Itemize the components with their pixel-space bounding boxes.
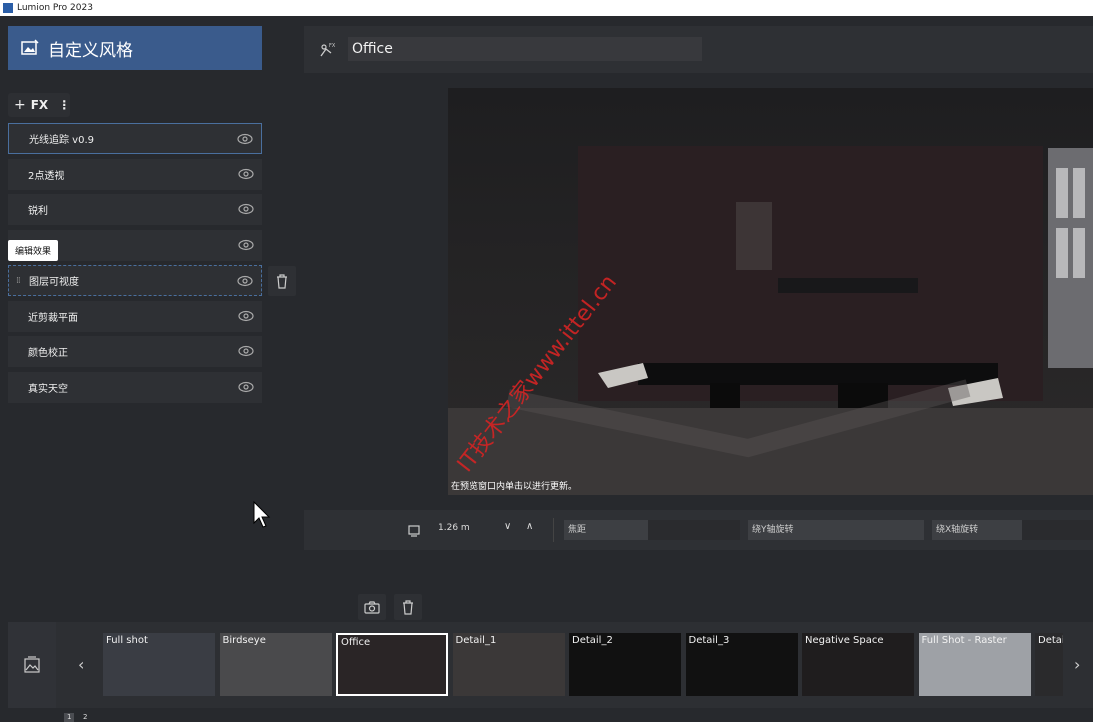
effect-label: 2点透视 <box>28 170 65 182</box>
add-camera-view-button[interactable] <box>358 594 386 620</box>
thumbnail-label: Full shot <box>106 635 148 646</box>
preview-window[interactable]: IT技术之家www.ittel.cn 在预览窗口内单击以进行更新。 <box>448 88 1093 495</box>
effect-item-layer-visibility[interactable]: ⁞⁞ 图层可视度 <box>8 265 262 296</box>
focal-length-field[interactable]: 焦距 <box>564 520 648 540</box>
visibility-eye-icon[interactable] <box>238 168 254 180</box>
effects-list: 光线追踪 v0.9 2点透视 锐利 ⁞⁞ 图层可视度 近剪裁平面 颜色校正 真实… <box>8 123 262 407</box>
view-title-bar: FX Office <box>304 26 1093 73</box>
effect-label: 真实天空 <box>28 383 68 395</box>
delete-effect-button[interactable] <box>268 266 296 296</box>
gallery-image-icon <box>24 656 40 673</box>
page-2-button[interactable]: 2 <box>80 713 90 722</box>
camera-toolbar: 1.26 m ∨ ∧ 焦距 绕Y轴旋转 绕X轴旋转 <box>304 510 1093 550</box>
visibility-eye-icon[interactable] <box>238 345 254 357</box>
rotate-x-field[interactable]: 绕X轴旋转 <box>932 520 1022 540</box>
window-title: Lumion Pro 2023 <box>17 3 93 13</box>
effect-item-color-correction[interactable]: 颜色校正 <box>8 336 262 367</box>
visibility-eye-icon[interactable] <box>238 203 254 215</box>
chevron-up-icon[interactable]: ∧ <box>526 521 533 532</box>
thumbnail-full-shot-raster[interactable]: Full Shot - Raster <box>918 633 1031 696</box>
effect-label: 图层可视度 <box>29 277 79 288</box>
thumbnail-label: Negative Space <box>805 635 884 646</box>
custom-style-header: 自定义风格 <box>8 26 262 70</box>
rotate-y-field[interactable]: 绕Y轴旋转 <box>748 520 924 540</box>
thumbnail-detail-1[interactable]: Detail_1 <box>452 633 565 696</box>
toolbar-divider <box>553 518 554 542</box>
thumbnail-full-shot[interactable]: Full shot <box>103 633 215 696</box>
drag-handle-icon[interactable]: ⁞⁞ <box>16 276 21 286</box>
trash-icon <box>277 274 287 289</box>
gallery-button[interactable] <box>8 622 56 708</box>
thumbnail-office[interactable]: Office <box>336 633 448 696</box>
plus-icon: + <box>14 97 26 113</box>
panel-title: 自定义风格 <box>48 40 133 61</box>
thumbnail-negative-space[interactable]: Negative Space <box>802 633 914 696</box>
delete-view-button[interactable] <box>394 594 422 620</box>
effect-item-sharpen[interactable]: 锐利 <box>8 194 262 225</box>
effect-label: 颜色校正 <box>28 348 68 359</box>
rotate-x-track[interactable] <box>1022 520 1093 540</box>
thumbnail-detail-2[interactable]: Detail_2 <box>569 633 681 696</box>
lumion-logo-icon <box>3 3 13 13</box>
preview-hint: 在预览窗口内单击以进行更新。 <box>451 482 578 492</box>
effect-label: 近剪裁平面 <box>28 312 78 324</box>
view-title-input[interactable]: Office <box>348 37 702 61</box>
camera-height-value: 1.26 m <box>438 523 470 533</box>
effect-item-two-point-perspective[interactable]: 2点透视 <box>8 158 262 190</box>
thumbnail-label: Detail_1 <box>455 635 497 646</box>
thumbnail-label: Full Shot - Raster <box>921 635 1007 646</box>
effect-item-near-clip-plane[interactable]: 近剪裁平面 <box>8 300 262 332</box>
visibility-eye-icon[interactable] <box>238 381 254 393</box>
thumbnail-label: Birdseye <box>222 635 266 646</box>
chevron-right-icon[interactable]: › <box>1074 655 1080 674</box>
add-fx-button[interactable]: + FX ⋮ <box>8 93 70 117</box>
camera-icon <box>408 525 420 537</box>
camera-add-icon <box>364 601 380 614</box>
thumbnail-label: Detail_3 <box>688 635 730 646</box>
edit-effect-tooltip: 编辑效果 <box>8 240 59 261</box>
scene-render-image <box>448 88 1093 495</box>
visibility-eye-icon[interactable] <box>238 310 254 322</box>
svg-text:FX: FX <box>329 43 336 49</box>
thumbnail-detail-partial[interactable]: Detai <box>1035 633 1063 696</box>
effect-label: 锐利 <box>28 206 48 217</box>
effect-item-real-sky[interactable]: 真实天空 <box>8 371 262 403</box>
trash-icon <box>403 600 413 615</box>
fx-camera-icon: FX <box>320 43 336 57</box>
view-thumbnails: Full shot Birdseye Office Detail_1 Detai… <box>103 633 1063 696</box>
visibility-eye-icon[interactable] <box>237 275 253 287</box>
effect-item-raytracing[interactable]: 光线追踪 v0.9 <box>8 123 262 154</box>
mouse-cursor-icon <box>253 501 271 528</box>
visibility-eye-icon[interactable] <box>237 133 253 145</box>
thumbnail-birdseye[interactable]: Birdseye <box>219 633 332 696</box>
thumbnail-label: Detai <box>1038 635 1063 646</box>
thumbnail-label: Detail_2 <box>572 635 613 646</box>
effect-label: 光线追踪 v0.9 <box>29 135 94 146</box>
visibility-eye-icon[interactable] <box>238 239 254 251</box>
fx-label: FX <box>30 98 49 112</box>
window-title-bar: Lumion Pro 2023 <box>0 0 1093 16</box>
chevron-left-icon[interactable]: ‹ <box>78 655 84 674</box>
thumbnail-detail-3[interactable]: Detail_3 <box>685 633 798 696</box>
more-options-icon[interactable]: ⋮ <box>58 98 70 112</box>
focal-length-track[interactable] <box>648 520 740 540</box>
style-image-icon <box>21 39 39 55</box>
chevron-down-icon[interactable]: ∨ <box>504 521 511 532</box>
page-1-button[interactable]: 1 <box>64 713 75 722</box>
thumbnail-label: Office <box>341 637 371 648</box>
